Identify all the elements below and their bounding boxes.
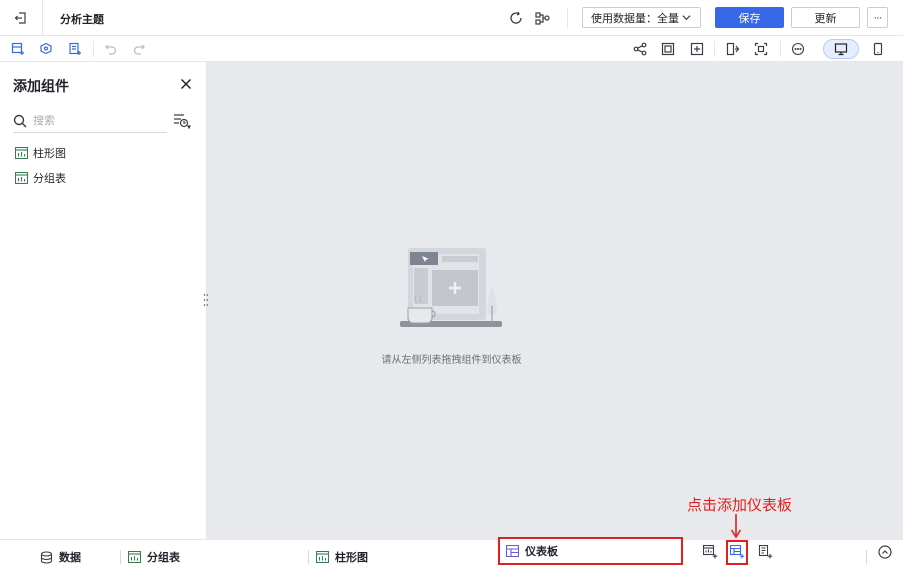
database-icon [40, 550, 53, 564]
tab-label: 分组表 [147, 552, 180, 564]
layout-icon[interactable] [724, 40, 742, 58]
component-item-bar-chart[interactable]: 柱形图 [15, 144, 66, 162]
add-filter-icon[interactable] [37, 40, 55, 58]
empty-hint-text: 请从左侧列表拖拽组件到仪表板 [381, 355, 522, 366]
relation-icon[interactable] [534, 9, 552, 27]
refresh-icon[interactable] [507, 9, 525, 27]
desktop-icon [834, 43, 848, 56]
redo-icon[interactable] [130, 40, 148, 58]
page-title: 分析主题 [60, 14, 104, 26]
add-component-tab-icon[interactable] [701, 543, 719, 561]
save-button[interactable]: 保存 [715, 7, 784, 28]
undo-icon[interactable] [102, 40, 120, 58]
header-divider [42, 0, 43, 36]
update-button[interactable]: 更新 [791, 7, 860, 28]
desktop-view-toggle[interactable] [823, 39, 859, 59]
close-icon[interactable] [178, 76, 194, 92]
add-component-panel: 添加组件 柱形图 分组表 [0, 62, 207, 539]
chart-icon [128, 551, 141, 563]
filter-sort-icon[interactable] [172, 112, 192, 130]
collapse-up-icon[interactable] [877, 544, 893, 560]
exit-icon[interactable] [12, 9, 30, 27]
more-button[interactable]: ··· [867, 7, 888, 28]
chevron-down-icon [682, 15, 691, 21]
share-icon[interactable] [631, 40, 649, 58]
component-item-group-table[interactable]: 分组表 [15, 169, 66, 187]
component-label: 分组表 [33, 173, 66, 185]
toolbar-divider [93, 41, 94, 57]
toolbar-divider [714, 41, 715, 57]
add-component-icon[interactable] [9, 40, 27, 58]
component-label: 柱形图 [33, 148, 66, 160]
focus-icon[interactable] [752, 40, 770, 58]
data-tab[interactable]: 数据 [40, 548, 81, 566]
dashboard-icon [506, 545, 519, 557]
add-report-icon[interactable] [756, 543, 774, 561]
more-circle-icon[interactable] [789, 40, 807, 58]
header-divider [567, 8, 568, 28]
toolbar-divider [780, 41, 781, 57]
empty-dashboard-illustration [400, 248, 502, 327]
tab-label: 仪表板 [525, 546, 558, 558]
chart-icon [316, 551, 329, 563]
toolbar [0, 36, 903, 62]
annotation-text: 点击添加仪表板 [687, 497, 793, 514]
tab-divider [308, 550, 309, 564]
add-dashboard-icon[interactable] [728, 543, 746, 561]
tab-divider [866, 550, 867, 564]
tab-dashboard[interactable]: 仪表板 [498, 537, 683, 565]
dashboard-canvas[interactable] [208, 62, 903, 539]
search-box [13, 109, 167, 133]
search-input[interactable] [33, 114, 153, 127]
screenshot-icon[interactable] [659, 40, 677, 58]
tab-group-table[interactable]: 分组表 [128, 548, 180, 566]
panel-title: 添加组件 [13, 78, 69, 94]
chart-icon [15, 147, 28, 159]
chart-icon [15, 172, 28, 184]
app-header: 分析主题 使用数据量：全量 保存 更新 ··· [0, 0, 903, 36]
add-text-icon[interactable] [66, 40, 84, 58]
data-volume-select[interactable]: 使用数据量：全量 [582, 7, 701, 28]
fit-icon[interactable] [688, 40, 706, 58]
annotation-arrow-icon [730, 514, 742, 539]
data-volume-label: 使用数据量：全量 [591, 12, 679, 25]
mobile-icon[interactable] [869, 40, 887, 58]
search-icon [13, 114, 27, 127]
tab-divider [120, 550, 121, 564]
data-tab-label: 数据 [59, 552, 81, 564]
tab-label: 柱形图 [335, 552, 368, 564]
tab-bar-chart[interactable]: 柱形图 [316, 548, 368, 566]
